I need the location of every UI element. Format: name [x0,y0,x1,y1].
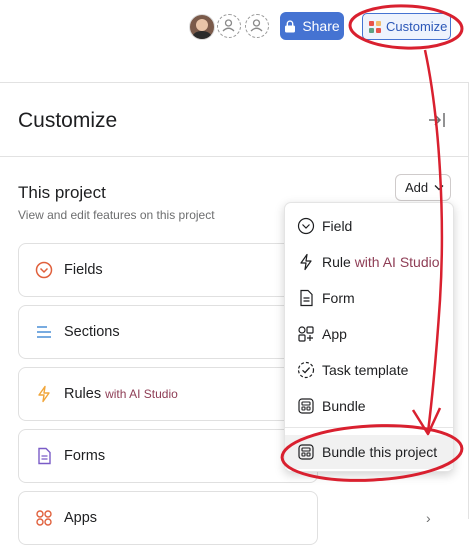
lightning-icon [300,253,312,271]
apps-icon [298,326,314,342]
menu-item-task-template[interactable]: Task template [285,353,453,387]
share-button[interactable]: Share [280,12,344,40]
share-label: Share [302,18,340,34]
apps-icon [36,510,52,526]
card-label: Fields [64,262,103,278]
card-apps[interactable]: Apps [18,491,318,545]
card-forms[interactable]: Forms [18,429,318,483]
menu-item-label: Task template [322,362,409,378]
add-menu: Field Rule with AI Studio Form App Task … [284,202,454,472]
menu-item-label: Field [322,218,353,234]
person-icon [222,19,235,32]
check-circle-icon [297,361,315,379]
form-icon [300,289,313,307]
menu-item-form[interactable]: Form [285,281,453,315]
user-avatar[interactable] [189,14,215,40]
panel-title: Customize [18,109,118,132]
bundle-icon [298,398,314,414]
collapse-panel-icon[interactable] [428,112,446,128]
menu-item-bundle-this-project[interactable]: Bundle this project [285,435,453,469]
form-icon [38,447,51,465]
menu-item-rule[interactable]: Rule with AI Studio [285,245,453,279]
header-divider [0,82,469,83]
card-fields[interactable]: Fields [18,243,318,297]
card-label: Apps [64,510,98,526]
add-button[interactable]: Add [395,174,451,201]
card-sections[interactable]: Sections [18,305,318,359]
menu-item-label: Form [322,290,355,306]
menu-item-label: Bundle this project [322,444,438,460]
chevron-right-icon: › [426,510,431,526]
card-rules[interactable]: Rules with AI Studio [18,367,318,421]
menu-item-field[interactable]: Field [285,209,453,243]
add-member-avatar[interactable] [217,14,241,38]
card-label: Sections [64,324,120,340]
menu-item-bundle[interactable]: Bundle [285,389,453,423]
card-label: Forms [64,448,106,464]
customize-button[interactable]: Customize [362,13,451,40]
menu-item-app[interactable]: App [285,317,453,351]
sections-icon [37,326,51,338]
section-title: This project [18,183,106,202]
menu-item-label: Rule with AI Studio [322,254,440,270]
apps-grid-icon [369,20,381,33]
add-label: Add [405,180,429,195]
lock-icon [285,19,296,32]
menu-item-label: Bundle [322,398,366,414]
customize-label: Customize [386,19,448,34]
card-label: Rules with AI Studio [64,386,178,402]
title-divider [0,156,469,157]
field-icon [35,261,53,279]
section-subtitle: View and edit features on this project [18,208,215,222]
bundle-icon [298,444,314,460]
lightning-icon [38,385,50,403]
panel-border [468,82,469,519]
add-member-avatar-2[interactable] [245,14,269,38]
person-icon [250,19,263,32]
menu-divider [285,427,453,428]
menu-item-label: App [322,326,347,342]
field-icon [297,217,315,235]
chevron-down-icon [434,185,444,191]
